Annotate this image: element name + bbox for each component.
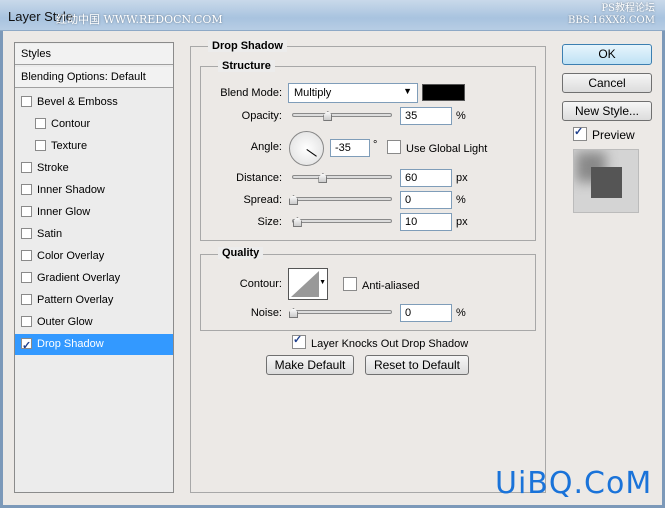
style-item[interactable]: Pattern Overlay: [15, 290, 173, 311]
ok-button[interactable]: OK: [562, 44, 652, 65]
preview-checkbox[interactable]: Preview: [573, 125, 635, 142]
checkbox[interactable]: [21, 250, 32, 261]
style-item[interactable]: Stroke: [15, 158, 173, 179]
watermark: PS教程论坛 BBS.16XX8.COM: [568, 3, 655, 26]
use-global-light-checkbox[interactable]: Use Global Light: [387, 140, 487, 155]
angle-label: Angle:: [250, 141, 282, 153]
checkbox[interactable]: [21, 206, 32, 217]
checkbox[interactable]: [21, 316, 32, 327]
style-item-label: Inner Glow: [37, 206, 91, 218]
style-item-label: Satin: [37, 228, 63, 240]
style-preview-thumbnail: [573, 149, 639, 213]
chevron-down-icon: ▼: [403, 86, 412, 96]
contour-picker[interactable]: ▼: [288, 268, 328, 300]
checkbox[interactable]: [21, 294, 32, 305]
distance-slider[interactable]: [292, 173, 392, 183]
quality-title: Quality: [218, 247, 264, 259]
noise-label: Noise:: [250, 307, 282, 319]
slider-thumb[interactable]: [292, 217, 302, 227]
checkbox[interactable]: [35, 140, 46, 151]
opacity-label: Opacity:: [241, 110, 282, 122]
angle-dial[interactable]: [289, 131, 324, 166]
style-item-label: Outer Glow: [37, 316, 93, 328]
style-item[interactable]: Bevel & Emboss: [15, 92, 173, 113]
checkbox[interactable]: [21, 184, 32, 195]
quality-group: [200, 254, 536, 331]
watermark-logo: UiBQ.CoM: [495, 466, 653, 501]
distance-input[interactable]: [400, 169, 452, 187]
make-default-button[interactable]: Make Default: [266, 355, 354, 375]
anti-aliased-checkbox[interactable]: Anti-aliased: [343, 277, 419, 292]
unit: %: [456, 307, 466, 319]
slider-thumb[interactable]: [323, 111, 333, 121]
spread-input[interactable]: [400, 191, 452, 209]
style-item[interactable]: Satin: [15, 224, 173, 245]
checkbox[interactable]: [21, 228, 32, 239]
spread-label: Spread:: [243, 194, 282, 206]
layer-knocks-out-checkbox[interactable]: Layer Knocks Out Drop Shadow: [292, 333, 468, 350]
title-bar: Layer Style 红动中国 WWW.REDOCN.COM PS教程论坛 BB…: [0, 0, 665, 31]
checkbox[interactable]: [35, 118, 46, 129]
checkbox[interactable]: [21, 336, 32, 357]
blend-mode-select[interactable]: Multiply ▼: [288, 83, 418, 103]
style-item-label: Inner Shadow: [37, 184, 105, 196]
reset-to-default-button[interactable]: Reset to Default: [365, 355, 469, 375]
new-style-button[interactable]: New Style...: [562, 101, 652, 121]
style-item-label: Pattern Overlay: [37, 294, 114, 306]
unit: px: [456, 216, 468, 228]
opacity-slider[interactable]: [292, 111, 392, 121]
style-item-label: Color Overlay: [37, 250, 105, 262]
unit: %: [456, 194, 466, 206]
opacity-input[interactable]: [400, 107, 452, 125]
blend-mode-label: Blend Mode:: [220, 87, 282, 99]
style-item-label: Stroke: [37, 162, 69, 174]
slider-thumb[interactable]: [318, 173, 328, 183]
checkbox[interactable]: [21, 96, 32, 107]
checkbox[interactable]: [21, 162, 32, 173]
noise-input[interactable]: [400, 304, 452, 322]
styles-header[interactable]: Styles: [15, 44, 173, 65]
size-slider[interactable]: [292, 217, 392, 227]
style-item[interactable]: Color Overlay: [15, 246, 173, 267]
style-item[interactable]: Drop Shadow: [15, 334, 173, 357]
styles-list: Styles Blending Options: Default Bevel &…: [14, 42, 174, 493]
style-item-label: Gradient Overlay: [37, 272, 121, 284]
style-item[interactable]: Outer Glow: [15, 312, 173, 333]
style-item[interactable]: Inner Glow: [15, 202, 173, 223]
watermark: 红动中国 WWW.REDOCN.COM: [56, 13, 223, 26]
cancel-button[interactable]: Cancel: [562, 73, 652, 93]
spread-slider[interactable]: [289, 195, 392, 205]
style-item-label: Contour: [51, 118, 91, 130]
angle-input[interactable]: [330, 139, 370, 157]
style-item[interactable]: Inner Shadow: [15, 180, 173, 201]
style-item[interactable]: Contour: [15, 114, 173, 135]
blending-options[interactable]: Blending Options: Default: [15, 67, 173, 88]
section-title: Drop Shadow: [208, 40, 287, 52]
unit: °: [373, 139, 378, 151]
checkbox[interactable]: [21, 272, 32, 283]
style-item-label: Drop Shadow: [37, 338, 104, 350]
style-item[interactable]: Gradient Overlay: [15, 268, 173, 289]
unit: %: [456, 110, 466, 122]
style-item[interactable]: Texture: [15, 136, 173, 157]
noise-slider[interactable]: [289, 308, 392, 318]
shadow-color-swatch[interactable]: [422, 84, 465, 101]
contour-label: Contour:: [239, 278, 282, 290]
size-input[interactable]: [400, 213, 452, 231]
structure-title: Structure: [218, 60, 275, 72]
unit: px: [456, 172, 468, 184]
style-item-label: Bevel & Emboss: [37, 96, 118, 108]
size-label: Size:: [257, 216, 282, 228]
distance-label: Distance:: [236, 172, 282, 184]
style-item-label: Texture: [51, 140, 88, 152]
chevron-down-icon: ▼: [319, 279, 326, 286]
